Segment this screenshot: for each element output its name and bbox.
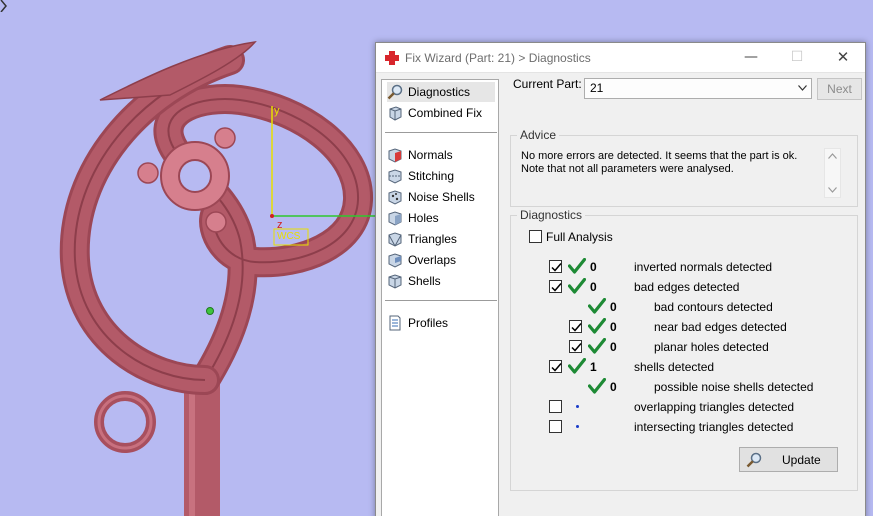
row-count: 0	[610, 300, 617, 314]
green-check-icon	[587, 317, 607, 337]
nav-label: Triangles	[408, 232, 457, 246]
current-part-select[interactable]: 21	[584, 78, 812, 99]
row-checkbox[interactable]	[549, 260, 562, 273]
nav-item-normals[interactable]: Normals	[387, 145, 495, 165]
row-count: 0	[610, 320, 617, 334]
maximize-button[interactable]: ☐	[774, 43, 820, 73]
scroll-up-icon[interactable]	[828, 153, 837, 159]
advice-line: Note that not all parameters were analys…	[521, 163, 734, 175]
magnifier-icon	[387, 84, 403, 100]
red-cross-icon	[385, 51, 399, 65]
row-count: 0	[610, 380, 617, 394]
green-check-icon	[567, 277, 587, 297]
green-check-icon	[567, 257, 587, 277]
fix-wizard-dialog: Fix Wizard (Part: 21) > Diagnostics — ☐ …	[375, 42, 866, 516]
resize-arrows-icon[interactable]	[0, 0, 7, 12]
row-checkbox[interactable]	[549, 420, 562, 433]
noise-shells-icon	[388, 190, 402, 205]
magnifier-icon	[746, 452, 762, 467]
row-checkbox[interactable]	[549, 360, 562, 373]
nav-label: Normals	[408, 148, 453, 162]
row-label: inverted normals detected	[634, 260, 773, 274]
advice-text: No more errors are detected. It seems th…	[521, 150, 817, 194]
wcs-label: WCS	[277, 231, 301, 242]
nav-label: Profiles	[408, 316, 449, 330]
diagnostics-title: Diagnostics	[517, 208, 586, 222]
document-icon	[389, 315, 401, 331]
shells-cube-icon	[388, 274, 402, 289]
row-label: near bad edges detected	[654, 320, 787, 334]
nav-label: Combined Fix	[408, 106, 483, 120]
nav-item-overlaps[interactable]: Overlaps	[387, 250, 495, 270]
wizard-nav: Diagnostics Combined Fix Normals Stitchi…	[381, 79, 499, 516]
nav-label: Overlaps	[408, 253, 457, 267]
nav-item-combined-fix[interactable]: Combined Fix	[387, 103, 495, 123]
nav-divider	[385, 132, 497, 133]
next-button[interactable]: Next	[817, 78, 862, 100]
cubes-icon	[389, 106, 402, 121]
row-label: possible noise shells detected	[654, 380, 814, 394]
stitching-cube-icon	[388, 169, 402, 184]
full-analysis-checkbox[interactable]	[529, 230, 542, 243]
row-checkbox[interactable]	[569, 340, 582, 353]
scroll-down-icon[interactable]	[828, 187, 837, 193]
nav-label: Shells	[408, 274, 441, 288]
nav-label: Noise Shells	[408, 190, 475, 204]
row-label: shells detected	[634, 360, 715, 374]
advice-title: Advice	[517, 128, 560, 142]
chevron-down-icon	[798, 85, 807, 91]
holes-cube-icon	[388, 211, 402, 226]
row-label: bad edges detected	[634, 280, 740, 294]
nav-item-noise-shells[interactable]: Noise Shells	[387, 187, 495, 207]
advice-scrollbar[interactable]	[824, 148, 841, 198]
row-checkbox[interactable]	[549, 280, 562, 293]
row-label: overlapping triangles detected	[634, 400, 795, 414]
overlaps-cube-icon	[388, 253, 402, 268]
row-count: 0	[590, 260, 597, 274]
nav-label: Stitching	[408, 169, 455, 183]
row-count: 1	[590, 360, 597, 374]
row-label: planar holes detected	[654, 340, 769, 354]
axis-y-label: y	[274, 105, 280, 117]
minimize-button[interactable]: —	[728, 43, 774, 73]
nav-item-triangles[interactable]: Triangles	[387, 229, 495, 249]
triangles-cube-icon	[388, 232, 402, 247]
row-label: intersecting triangles detected	[634, 420, 794, 434]
nav-label: Diagnostics	[408, 85, 471, 99]
window-title: Fix Wizard (Part: 21) > Diagnostics	[405, 51, 591, 65]
nav-divider	[385, 300, 497, 301]
nav-item-shells[interactable]: Shells	[387, 271, 495, 291]
green-check-icon	[587, 337, 607, 357]
title-bar[interactable]: Fix Wizard (Part: 21) > Diagnostics — ☐ …	[376, 43, 865, 73]
pending-dot-icon	[576, 425, 579, 428]
green-check-icon	[567, 357, 587, 377]
nav-item-stitching[interactable]: Stitching	[387, 166, 495, 186]
update-button[interactable]: Update	[739, 447, 838, 472]
row-count: 0	[590, 280, 597, 294]
marker-point	[206, 307, 214, 315]
current-part-value: 21	[590, 81, 604, 95]
row-count: 0	[610, 340, 617, 354]
close-button[interactable]: ✕	[820, 43, 866, 73]
normals-cube-icon	[388, 148, 402, 163]
axis-z-label: z	[277, 219, 283, 231]
advice-line: No more errors are detected. It seems th…	[521, 150, 798, 162]
row-checkbox[interactable]	[549, 400, 562, 413]
advice-group: Advice No more errors are detected. It s…	[510, 128, 858, 207]
green-check-icon	[587, 297, 607, 317]
pending-dot-icon	[576, 405, 579, 408]
nav-label: Holes	[408, 211, 439, 225]
nav-item-diagnostics[interactable]: Diagnostics	[387, 82, 495, 102]
update-label: Update	[782, 453, 821, 467]
full-analysis-label: Full Analysis	[546, 230, 613, 244]
green-check-icon	[587, 377, 607, 397]
row-label: bad contours detected	[654, 300, 773, 314]
nav-item-profiles[interactable]: Profiles	[387, 313, 495, 333]
current-part-label: Current Part:	[513, 77, 582, 91]
nav-item-holes[interactable]: Holes	[387, 208, 495, 228]
row-checkbox[interactable]	[569, 320, 582, 333]
